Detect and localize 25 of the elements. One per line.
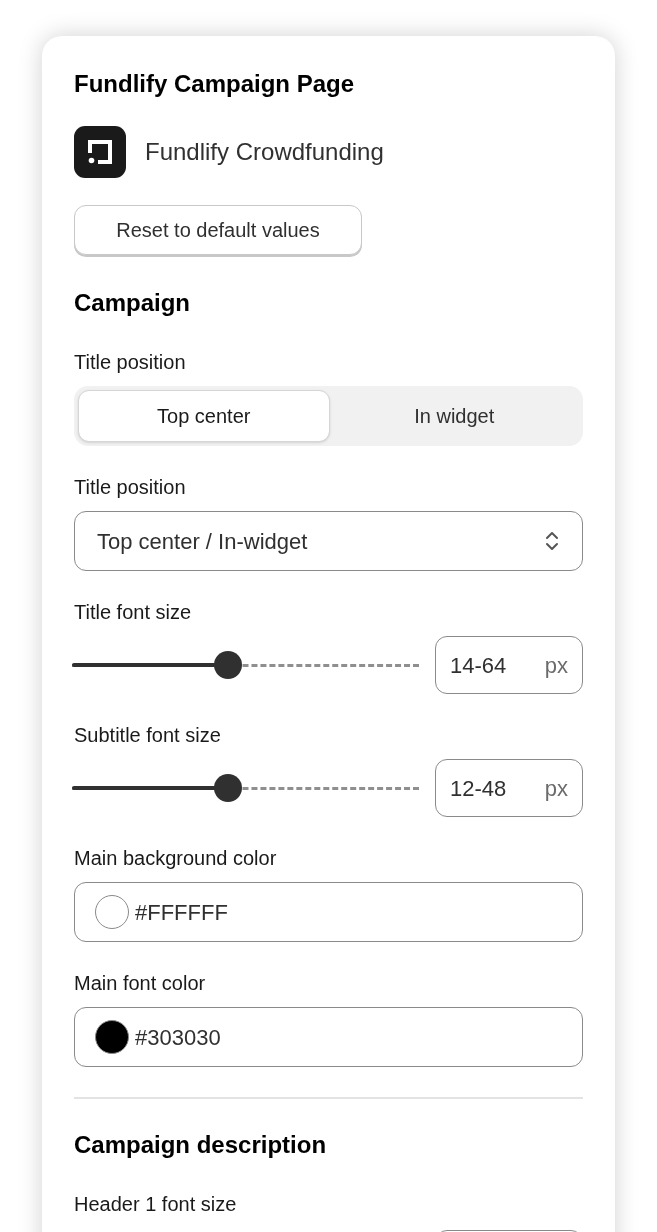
number-field[interactable]: 12-48 px [435, 759, 583, 817]
segment-tab[interactable]: Top center [78, 390, 330, 442]
segment-tab[interactable]: In widget [329, 390, 579, 442]
field-label: Main background color [74, 848, 278, 868]
chevron-up-down-icon [544, 529, 560, 553]
field-label: Title position [74, 477, 187, 497]
field-label: Title font size [74, 602, 193, 622]
slider-thumb[interactable] [214, 651, 243, 679]
slider-track[interactable] [72, 774, 419, 802]
select-field[interactable]: Top center / In-widget [74, 511, 583, 571]
logo-icon [74, 126, 126, 178]
color-field[interactable]: #FFFFFF [74, 882, 583, 942]
reset-button[interactable]: Reset to default values [74, 205, 362, 255]
field-label: Subtitle font size [74, 725, 222, 745]
slider-thumb[interactable] [214, 774, 243, 802]
color-field[interactable]: #303030 [74, 1007, 583, 1067]
field-label: Header 1 font size [74, 1194, 238, 1214]
brand-name: Fundlify Crowdfunding [145, 137, 384, 167]
slider-track[interactable] [72, 651, 419, 679]
number-field[interactable]: 14-64 px [435, 636, 583, 694]
section-heading: Campaign [74, 288, 191, 318]
field-label: Main font color [74, 973, 207, 993]
panel-title: Fundlify Campaign Page [74, 69, 356, 99]
field-label: Title position [74, 352, 187, 372]
section-heading: Campaign description [74, 1130, 328, 1160]
